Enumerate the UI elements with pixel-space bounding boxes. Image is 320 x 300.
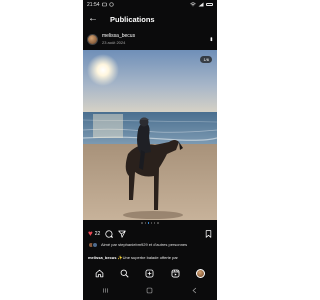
status-bar: 21:54 <box>83 0 217 9</box>
save-button[interactable] <box>205 230 212 238</box>
status-left: 21:54 <box>87 2 114 8</box>
comment-button[interactable] <box>105 230 114 238</box>
liked-by-avatars <box>88 242 98 248</box>
status-time: 21:54 <box>87 1 100 8</box>
liked-by-text: Aimé par stephaniebm929 et d'autres pers… <box>101 242 188 247</box>
author-avatar[interactable] <box>87 33 98 45</box>
author-text: melissa_becus 23 août 2024 <box>102 33 203 45</box>
post-caption[interactable]: melissa_becus ✨Une superbe balade offert… <box>88 255 214 260</box>
carousel-dots <box>83 221 217 225</box>
post-actions: ♥ 22 <box>83 227 217 241</box>
header: ← Publications <box>83 10 217 28</box>
wifi-icon <box>190 2 196 7</box>
phone-screen: 21:54 ← Publications melissa_becus 23 ao… <box>83 0 217 300</box>
carousel-dot-active <box>147 222 150 224</box>
heart-icon: ♥ <box>88 229 93 238</box>
caption-text: ✨Une superbe balade offerte par <box>117 255 178 260</box>
post-author-row: melissa_becus 23 août 2024 ••• <box>83 30 217 48</box>
like-button[interactable]: ♥ 22 <box>88 230 100 238</box>
post-date: 23 août 2024 <box>102 40 126 45</box>
search-icon <box>120 269 129 278</box>
create-icon <box>146 269 154 277</box>
more-icon[interactable]: ••• <box>207 37 213 40</box>
menu-icon[interactable] <box>102 287 109 294</box>
signal-icon <box>198 2 204 7</box>
home-square-icon[interactable] <box>146 287 153 294</box>
carousel-dot <box>144 222 147 224</box>
back-icon[interactable] <box>191 287 198 294</box>
share-button[interactable] <box>118 230 127 238</box>
post-photo[interactable]: 1/6 <box>83 50 217 220</box>
carousel-dot <box>156 222 159 224</box>
reels-icon <box>171 269 180 277</box>
bottom-nav <box>83 266 217 280</box>
carousel-dot <box>150 222 153 224</box>
carousel-counter: 1/6 <box>200 56 212 63</box>
status-right <box>190 2 213 7</box>
like-count: 22 <box>94 231 101 237</box>
nav-profile[interactable] <box>195 268 205 278</box>
carousel-dot <box>153 222 156 224</box>
page-title: Publications <box>110 14 155 24</box>
nav-reels[interactable] <box>170 268 180 278</box>
nav-search[interactable] <box>120 268 130 278</box>
caption-author[interactable]: melissa_becus <box>88 255 116 260</box>
bookmark-icon <box>205 230 212 238</box>
home-icon <box>95 269 104 277</box>
nav-create[interactable] <box>145 268 155 278</box>
nav-home[interactable] <box>95 268 105 278</box>
carousel-dot <box>141 222 144 224</box>
battery-icon <box>206 3 213 6</box>
liked-by[interactable]: Aimé par stephaniebm929 et d'autres pers… <box>88 242 214 248</box>
avatar <box>92 242 98 248</box>
beach-horse-image <box>83 50 217 220</box>
comment-icon <box>105 230 114 238</box>
notification-icon <box>101 2 107 7</box>
profile-avatar <box>195 268 205 278</box>
arrow-left-icon[interactable]: ← <box>88 14 98 24</box>
system-nav <box>83 284 217 296</box>
message-icon <box>108 2 114 7</box>
author-username[interactable]: melissa_becus <box>102 33 203 39</box>
send-icon <box>118 230 127 238</box>
